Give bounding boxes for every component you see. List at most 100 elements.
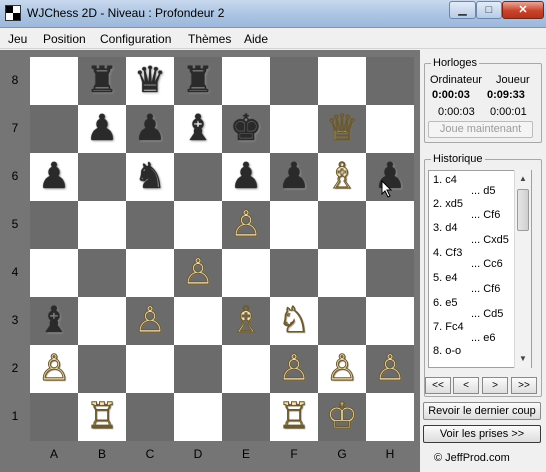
square-f4[interactable] [270,249,318,297]
square-e2[interactable] [222,345,270,393]
play-now-button[interactable]: Joue maintenant [428,121,533,138]
list-item[interactable]: ... Cd5 [471,308,503,320]
list-item[interactable]: ... d5 [471,185,495,197]
white-pawn-icon[interactable]: ♙ [126,297,174,345]
square-a1[interactable] [30,393,78,441]
show-captures-button[interactable]: Voir les prises >> [423,425,541,443]
list-item[interactable]: ... Cc6 [471,258,503,270]
square-b3[interactable] [78,297,126,345]
square-d6[interactable] [174,153,222,201]
list-item[interactable]: 8. o-o [433,345,461,357]
list-item[interactable]: ... e6 [471,332,495,344]
square-d1[interactable] [174,393,222,441]
black-pawn-icon[interactable]: ♟ [222,153,270,201]
black-pawn-icon[interactable]: ♟ [78,105,126,153]
black-bishop-icon[interactable]: ♝ [174,105,222,153]
white-queen-icon[interactable]: ♕ [318,105,366,153]
black-king-icon[interactable]: ♚ [222,105,270,153]
square-h1[interactable] [366,393,414,441]
white-king-icon[interactable]: ♔ [318,393,366,441]
menu-aide[interactable]: Aide [244,32,268,46]
square-h8[interactable] [366,57,414,105]
list-item[interactable]: 5. e4 [433,272,457,284]
minimize-button[interactable]: ▁ [449,1,476,19]
square-e1[interactable] [222,393,270,441]
list-item[interactable]: 1. c4 [433,174,457,186]
white-rook-icon[interactable]: ♖ [270,393,318,441]
menu-themes[interactable]: Thèmes [188,32,231,46]
white-pawn-icon[interactable]: ♙ [318,345,366,393]
black-pawn-icon[interactable]: ♟ [30,153,78,201]
square-d2[interactable] [174,345,222,393]
white-pawn-icon[interactable]: ♙ [366,345,414,393]
white-rook-icon[interactable]: ♖ [78,393,126,441]
list-item[interactable]: 3. d4 [433,222,457,234]
scroll-thumb[interactable] [517,189,529,231]
square-a4[interactable] [30,249,78,297]
list-item[interactable]: 4. Cf3 [433,247,462,259]
square-f8[interactable] [270,57,318,105]
square-g5[interactable] [318,201,366,249]
white-pawn-icon[interactable]: ♙ [30,345,78,393]
square-b5[interactable] [78,201,126,249]
square-b6[interactable] [78,153,126,201]
close-button[interactable]: ✕ [502,1,544,19]
file-label: E [241,447,250,461]
review-last-move-button[interactable]: Revoir le dernier coup [423,402,541,420]
square-h7[interactable] [366,105,414,153]
black-pawn-icon[interactable]: ♟ [126,105,174,153]
square-f7[interactable] [270,105,318,153]
menu-jeu[interactable]: Jeu [8,32,27,46]
black-rook-icon[interactable]: ♜ [174,57,222,105]
square-h5[interactable] [366,201,414,249]
square-a8[interactable] [30,57,78,105]
white-bishop-icon[interactable]: ♗ [222,297,270,345]
square-e4[interactable] [222,249,270,297]
list-item[interactable]: ... Cf6 [471,209,500,221]
square-a5[interactable] [30,201,78,249]
maximize-button[interactable]: □ [476,1,502,19]
black-knight-icon[interactable]: ♞ [126,153,174,201]
black-rook-icon[interactable]: ♜ [78,57,126,105]
white-pawn-icon[interactable]: ♙ [222,201,270,249]
black-pawn-icon[interactable]: ♟ [270,153,318,201]
square-a7[interactable] [30,105,78,153]
previous-move-button[interactable]: < [453,377,479,394]
chess-app-icon[interactable] [5,5,21,21]
square-e8[interactable] [222,57,270,105]
square-c2[interactable] [126,345,174,393]
white-bishop-icon[interactable]: ♗ [318,153,366,201]
square-g8[interactable] [318,57,366,105]
list-item[interactable]: 6. e5 [433,297,457,309]
last-move-button[interactable]: >> [511,377,537,394]
history-scrollbar[interactable]: ▲ ▼ [514,170,531,368]
list-item[interactable]: 7. Fc4 [433,321,464,333]
square-c1[interactable] [126,393,174,441]
square-b4[interactable] [78,249,126,297]
list-item[interactable]: 2. xd5 [433,198,463,210]
square-d3[interactable] [174,297,222,345]
list-item[interactable]: ... Cf6 [471,283,500,295]
list-item[interactable]: ... Cxd5 [471,234,509,246]
first-move-button[interactable]: << [425,377,451,394]
square-d5[interactable] [174,201,222,249]
square-g3[interactable] [318,297,366,345]
black-queen-icon[interactable]: ♛ [126,57,174,105]
square-c5[interactable] [126,201,174,249]
white-pawn-icon[interactable]: ♙ [174,249,222,297]
square-c4[interactable] [126,249,174,297]
square-f5[interactable] [270,201,318,249]
square-h3[interactable] [366,297,414,345]
scroll-down-arrow-icon[interactable]: ▼ [515,351,531,367]
next-move-button[interactable]: > [482,377,508,394]
menu-position[interactable]: Position [43,32,86,46]
square-b2[interactable] [78,345,126,393]
player-label: Joueur [496,74,530,86]
white-knight-icon[interactable]: ♘ [270,297,318,345]
white-pawn-icon[interactable]: ♙ [270,345,318,393]
scroll-up-arrow-icon[interactable]: ▲ [515,171,531,187]
square-g4[interactable] [318,249,366,297]
black-bishop-icon[interactable]: ♝ [30,297,78,345]
menu-configuration[interactable]: Configuration [100,32,171,46]
square-h4[interactable] [366,249,414,297]
